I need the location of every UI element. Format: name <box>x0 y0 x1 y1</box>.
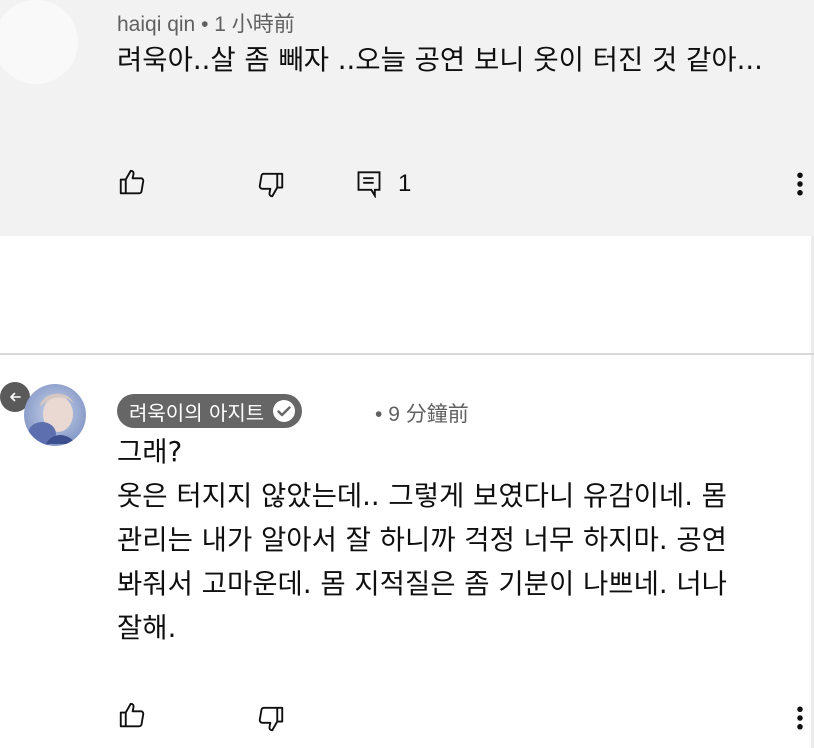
channel-name-badge[interactable]: 려욱이의 아지트 <box>117 394 303 428</box>
comment-time[interactable]: 1 小時前 <box>214 13 295 36</box>
like-icon[interactable] <box>117 167 147 197</box>
arrow-left-icon <box>10 392 21 402</box>
profile-photo <box>24 384 86 446</box>
dislike-icon[interactable] <box>256 704 286 734</box>
comment-author: 려욱이의 아지트 <box>129 400 265 425</box>
comment-author[interactable]: haiqi qin <box>117 13 195 36</box>
meta-separator: • <box>201 13 209 36</box>
comment-meta: haiqi qin • 1 小時前 <box>117 8 295 38</box>
more-vert-icon[interactable] <box>794 703 806 733</box>
like-icon[interactable] <box>117 700 147 730</box>
meta-separator: • <box>375 403 383 426</box>
divider <box>0 353 814 355</box>
comment-card-1: haiqi qin • 1 小時前 려욱아..살 좀 빼자 ..오늘 공연 보니… <box>0 0 814 236</box>
comment-line: 관리는 내가 알아서 잘 하니까 걱정 너무 하지마. 공연 <box>117 524 727 556</box>
reply-icon[interactable] <box>356 170 382 198</box>
comment-time[interactable]: 9 分鐘前 <box>388 403 469 426</box>
avatar[interactable] <box>24 384 86 446</box>
dislike-icon[interactable] <box>256 170 286 200</box>
comment-meta: • 9 分鐘前 <box>375 398 469 428</box>
verified-check-icon <box>273 400 296 422</box>
comment-line: 잘해. <box>117 612 177 644</box>
comment-line: 그래? <box>117 436 183 468</box>
comment-text: 그래? 옷은 터지지 않았는데.. 그렇게 보였다니 유감이네. 몸 관리는 내… <box>117 430 807 650</box>
comment-line: 봐줘서 고마운데. 몸 지적질은 좀 기분이 나쁘네. 너나 <box>117 568 727 600</box>
comment-line: 옷은 터지지 않았는데.. 그렇게 보였다니 유감이네. 몸 <box>117 480 727 512</box>
comment-text: 려욱아..살 좀 빼자 ..오늘 공연 보니 옷이 터진 것 같아... <box>117 44 763 76</box>
avatar[interactable] <box>0 0 78 84</box>
reply-count[interactable]: 1 <box>398 170 411 198</box>
more-vert-icon[interactable] <box>794 169 806 199</box>
